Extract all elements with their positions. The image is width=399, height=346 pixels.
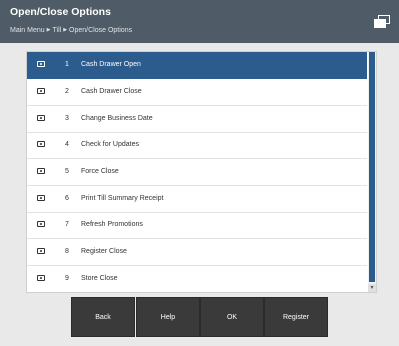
option-number: 2	[65, 88, 69, 95]
option-refresh-promotions[interactable]: 7 Refresh Promotions	[27, 212, 367, 239]
option-label: Change Business Date	[81, 115, 153, 122]
list-scrollbar[interactable]: ▾	[368, 52, 376, 292]
option-label: Cash Drawer Close	[81, 88, 142, 95]
option-number: 7	[65, 221, 69, 228]
option-label: Refresh Promotions	[81, 221, 143, 228]
option-label: Force Close	[81, 168, 119, 175]
option-label: Print Till Summary Receipt	[81, 195, 164, 202]
option-number: 5	[65, 168, 69, 175]
options-list: 1 Cash Drawer Open 2 Cash Drawer Close 3…	[26, 51, 377, 293]
cash-icon	[37, 115, 45, 121]
breadcrumb-main-menu[interactable]: Main Menu	[10, 27, 45, 34]
option-number: 4	[65, 141, 69, 148]
register-button[interactable]: Register	[264, 297, 328, 337]
chevron-right-icon: ▶	[46, 27, 51, 33]
breadcrumb-open-close-options: Open/Close Options	[69, 27, 133, 34]
option-register-close[interactable]: 8 Register Close	[27, 239, 367, 266]
option-print-till-summary-receipt[interactable]: 6 Print Till Summary Receipt	[27, 186, 367, 213]
option-label: Check for Updates	[81, 141, 139, 148]
cash-icon	[37, 195, 45, 201]
option-force-close[interactable]: 5 Force Close	[27, 159, 367, 186]
cash-icon	[37, 61, 45, 67]
option-number: 9	[65, 275, 69, 282]
option-store-close[interactable]: 9 Store Close	[27, 266, 367, 292]
option-number: 1	[65, 61, 69, 68]
back-button[interactable]: Back	[71, 297, 135, 337]
option-number: 3	[65, 115, 69, 122]
option-number: 6	[65, 195, 69, 202]
breadcrumb: Main Menu ▶ Till ▶ Open/Close Options	[10, 27, 132, 34]
scrollbar-thumb[interactable]	[369, 52, 375, 282]
option-cash-drawer-open[interactable]: 1 Cash Drawer Open	[27, 52, 367, 79]
ok-button[interactable]: OK	[200, 297, 264, 337]
option-number: 8	[65, 248, 69, 255]
breadcrumb-till[interactable]: Till	[53, 27, 62, 34]
option-change-business-date[interactable]: 3 Change Business Date	[27, 106, 367, 133]
option-cash-drawer-close[interactable]: 2 Cash Drawer Close	[27, 79, 367, 106]
option-label: Cash Drawer Open	[81, 61, 141, 68]
cash-icon	[37, 248, 45, 254]
option-label: Register Close	[81, 248, 127, 255]
page-title: Open/Close Options	[10, 6, 111, 18]
cash-icon	[37, 168, 45, 174]
cash-icon	[37, 221, 45, 227]
chevron-right-icon: ▶	[63, 27, 68, 33]
cash-icon	[37, 141, 45, 147]
cash-icon	[37, 88, 45, 94]
option-check-for-updates[interactable]: 4 Check for Updates	[27, 132, 367, 159]
cash-icon	[37, 275, 45, 281]
header-bar: Open/Close Options Main Menu ▶ Till ▶ Open/C…	[0, 0, 399, 43]
help-button[interactable]: Help	[136, 297, 200, 337]
option-label: Store Close	[81, 275, 118, 282]
windows-stack-icon[interactable]	[374, 15, 391, 28]
scroll-down-arrow-icon[interactable]: ▾	[368, 284, 376, 292]
